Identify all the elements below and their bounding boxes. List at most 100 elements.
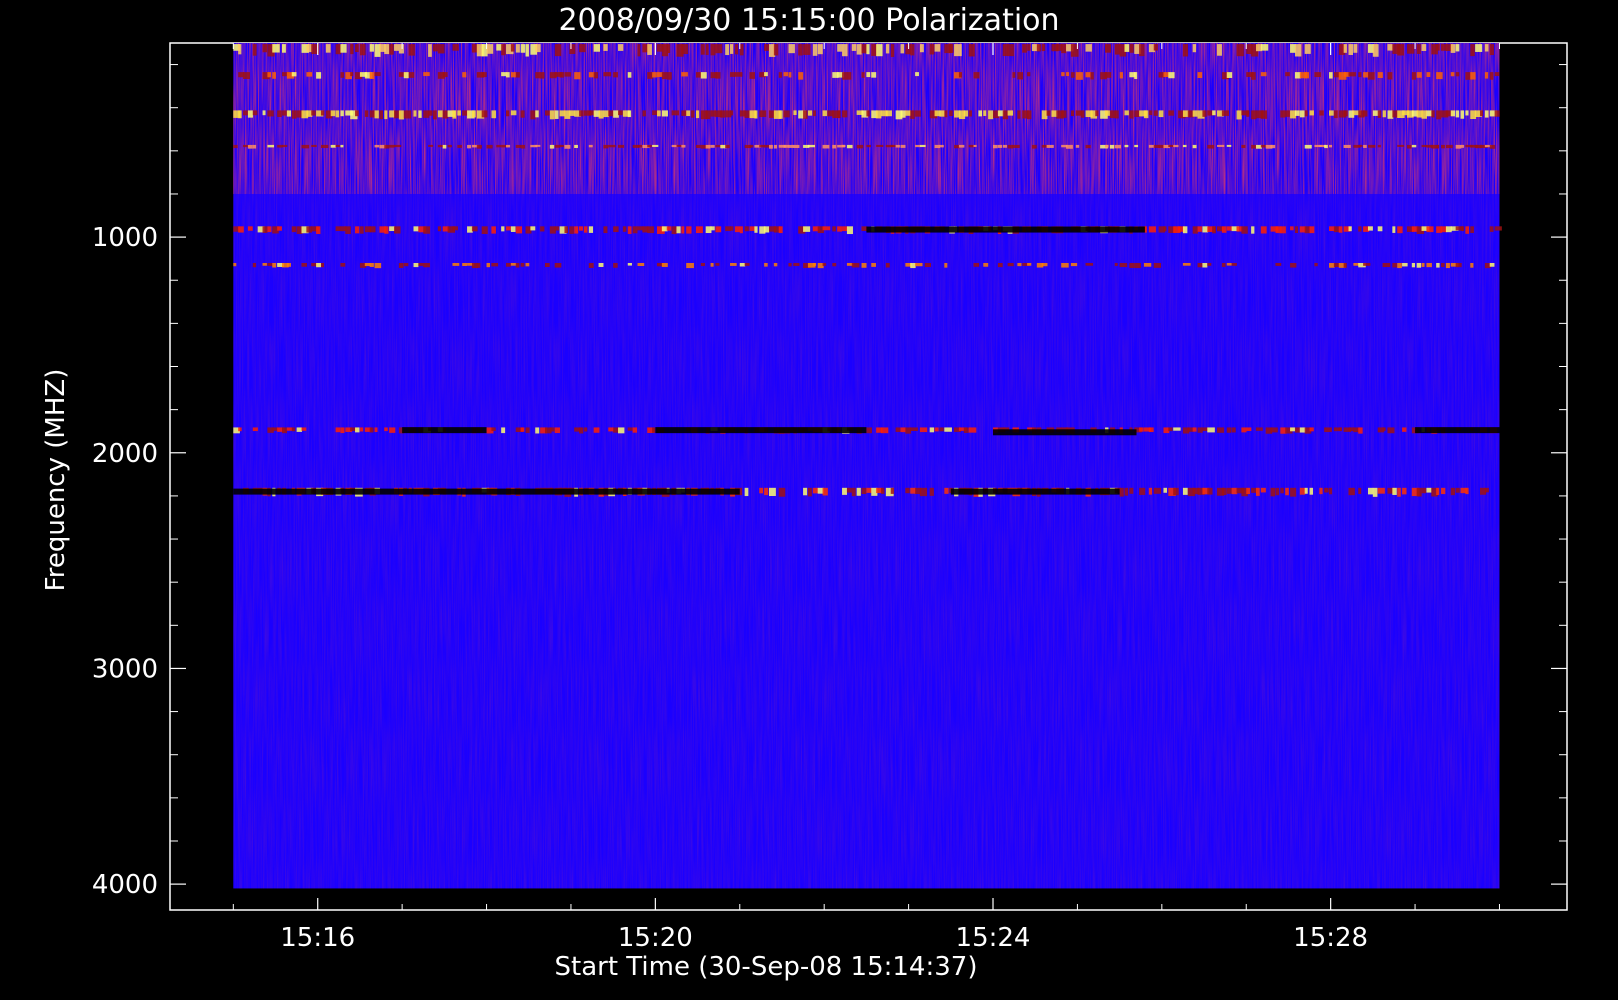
band-pixel — [710, 226, 715, 231]
band-pixel — [1246, 427, 1252, 432]
band-pixel — [1105, 44, 1112, 53]
band-pixel — [915, 262, 923, 267]
band-pixel — [939, 427, 944, 432]
band-pixel — [1436, 110, 1442, 120]
band-pixel — [1363, 144, 1367, 148]
band-pixel — [335, 144, 340, 148]
band-pixel — [535, 144, 541, 147]
band-pixel — [1392, 487, 1397, 495]
band-pixel — [1134, 72, 1138, 80]
band-pixel — [355, 110, 359, 117]
dark-segment — [655, 427, 867, 434]
band-pixel — [1129, 262, 1135, 268]
band-pixel — [238, 226, 244, 233]
band-pixel — [632, 226, 638, 234]
band-pixel — [715, 72, 721, 79]
band-pixel — [705, 44, 709, 56]
band-pixel — [988, 110, 994, 120]
band-pixel — [467, 226, 473, 233]
band-pixel — [608, 427, 614, 432]
band-pixel — [861, 262, 867, 268]
band-pixel — [1207, 427, 1215, 433]
band-pixel — [910, 44, 915, 56]
band-pixel — [252, 262, 257, 268]
band-pixel — [759, 144, 765, 148]
band-pixel — [1105, 144, 1109, 148]
heatmap-noise-body — [233, 43, 1500, 889]
band-pixel — [803, 226, 811, 232]
band-pixel — [900, 427, 906, 433]
band-pixel — [510, 44, 515, 52]
band-pixel — [252, 44, 257, 56]
band-pixel — [788, 72, 792, 78]
band-pixel — [306, 72, 313, 77]
band-pixel — [510, 226, 516, 232]
band-pixel — [1377, 226, 1383, 232]
band-pixel — [1470, 72, 1476, 80]
band-pixel — [1353, 44, 1358, 53]
band-pixel — [325, 44, 331, 53]
band-pixel — [1436, 262, 1440, 268]
band-pixel — [1329, 144, 1333, 148]
band-pixel — [773, 262, 778, 267]
band-pixel — [652, 427, 656, 433]
band-pixel — [944, 427, 952, 432]
band-pixel — [768, 487, 776, 497]
band-pixel — [535, 72, 541, 79]
band-pixel — [1465, 226, 1470, 234]
band-pixel — [1290, 487, 1297, 497]
band-pixel — [491, 226, 496, 234]
band-pixel — [749, 144, 754, 148]
band-pixel — [1163, 226, 1167, 232]
band-pixel — [442, 110, 449, 119]
band-pixel — [506, 110, 510, 117]
band-pixel — [267, 110, 274, 117]
band-pixel — [286, 427, 293, 431]
band-pixel — [1061, 72, 1065, 77]
band-pixel — [1436, 144, 1440, 149]
band-pixel — [1124, 144, 1129, 148]
band-pixel — [759, 110, 767, 117]
band-pixel — [286, 262, 291, 267]
band-pixel — [1046, 110, 1051, 116]
band-pixel — [1343, 110, 1348, 117]
band-pixel — [520, 110, 525, 118]
band-pixel — [793, 262, 800, 266]
band-pixel — [846, 144, 853, 149]
band-pixel — [510, 72, 517, 78]
band-pixel — [1217, 427, 1225, 433]
band-pixel — [822, 110, 828, 117]
band-pixel — [900, 144, 906, 148]
band-pixel — [549, 110, 555, 120]
band-pixel — [286, 110, 292, 117]
band-pixel — [564, 226, 569, 234]
band-pixel — [1134, 262, 1141, 269]
band-pixel — [627, 427, 633, 431]
band-pixel — [1124, 44, 1130, 52]
band-pixel — [1251, 72, 1256, 80]
band-pixel — [1114, 44, 1121, 55]
band-pixel — [1426, 487, 1432, 493]
band-pixel — [934, 427, 939, 432]
band-pixel — [817, 44, 823, 55]
band-pixel — [262, 226, 268, 233]
band-pixel — [301, 144, 310, 149]
band-pixel — [1455, 72, 1460, 77]
band-pixel — [1285, 110, 1290, 117]
band-pixel — [320, 262, 325, 268]
band-pixel — [695, 110, 700, 119]
band-pixel — [876, 110, 882, 119]
band-pixel — [627, 72, 632, 78]
band-pixel — [671, 226, 677, 235]
band-pixel — [613, 262, 618, 268]
band-pixel — [822, 144, 830, 149]
band-pixel — [1402, 487, 1407, 495]
band-pixel — [403, 262, 409, 267]
band-pixel — [681, 72, 688, 77]
band-pixel — [915, 144, 921, 148]
band-pixel — [1450, 487, 1455, 496]
band-pixel — [593, 427, 600, 433]
band-pixel — [691, 110, 695, 118]
band-pixel — [681, 44, 689, 55]
band-pixel — [832, 226, 836, 232]
